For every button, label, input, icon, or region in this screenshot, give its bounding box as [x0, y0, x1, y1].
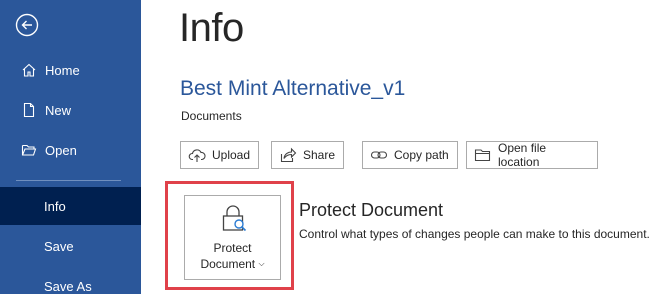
sidebar-item-label: Home	[45, 62, 80, 78]
share-button[interactable]: Share	[271, 141, 345, 169]
back-arrow-icon	[15, 13, 39, 37]
open-file-location-label: Open file location	[498, 141, 547, 169]
open-file-location-button[interactable]: Open file location	[466, 141, 598, 169]
sidebar-item-new[interactable]: New	[0, 91, 141, 129]
protect-label-line2: Document ⌵	[185, 256, 280, 272]
share-label: Share	[303, 148, 336, 162]
protect-label-line2-text: Document	[200, 257, 256, 271]
chevron-down-icon: ⌵	[258, 259, 265, 268]
sidebar-item-label: Open	[45, 142, 77, 158]
share-icon	[279, 146, 297, 164]
protect-document-description: Control what types of changes people can…	[299, 227, 650, 241]
sidebar-item-home[interactable]: Home	[0, 51, 141, 89]
open-folder-icon	[21, 142, 37, 158]
upload-icon	[188, 146, 206, 164]
upload-label: Upload	[212, 148, 251, 162]
lock-icon	[220, 204, 248, 234]
new-document-icon	[21, 102, 37, 118]
upload-button[interactable]: Upload	[180, 141, 260, 169]
protect-document-label: Protect Document ⌵	[185, 240, 280, 272]
copy-path-label: Copy path	[394, 148, 449, 162]
copy-path-button[interactable]: Copy path	[362, 141, 458, 169]
sidebar-divider	[16, 180, 121, 181]
protect-label-line1: Protect	[213, 241, 252, 255]
home-icon	[21, 62, 37, 78]
document-title: Best Mint Alternative_v1	[180, 77, 406, 100]
sidebar-item-save[interactable]: Save	[0, 227, 141, 265]
sidebar-item-label: Info	[44, 198, 66, 214]
sidebar-item-info[interactable]: Info	[0, 187, 141, 225]
sidebar-item-save-as[interactable]: Save As	[0, 267, 141, 305]
sidebar-item-label: Save	[44, 238, 74, 254]
sidebar-item-label: Save As	[44, 278, 92, 294]
back-button[interactable]	[15, 13, 39, 37]
folder-icon	[474, 146, 492, 164]
document-location: Documents	[181, 109, 242, 123]
link-icon	[370, 146, 388, 164]
protect-document-button[interactable]: Protect Document ⌵	[184, 195, 281, 280]
sidebar-item-label: New	[45, 102, 72, 118]
backstage-sidebar: Home New Open Info Save Save As	[0, 0, 141, 294]
sidebar-item-open[interactable]: Open	[0, 131, 141, 169]
page-title: Info	[179, 6, 244, 50]
protect-document-heading: Protect Document	[299, 200, 444, 220]
